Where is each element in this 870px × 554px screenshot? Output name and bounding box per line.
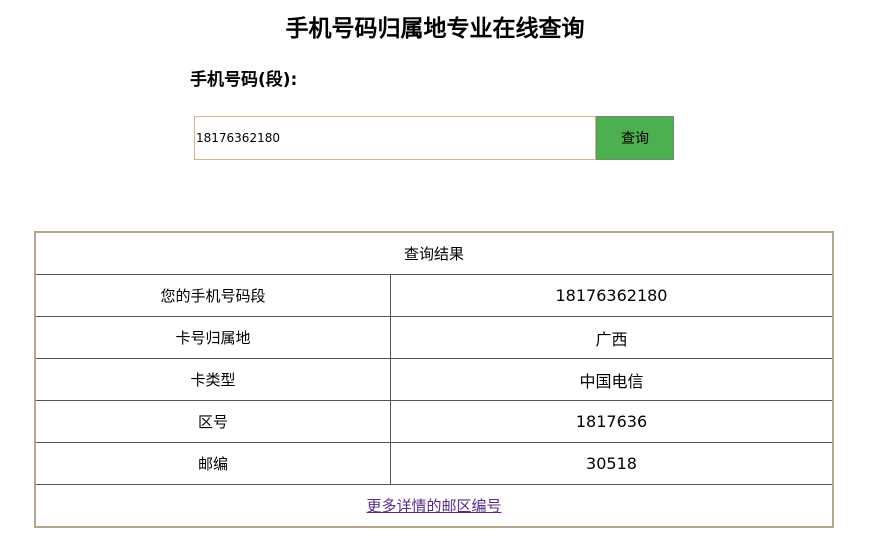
table-row: 邮编 30518 xyxy=(34,442,834,485)
row-label-area-code: 区号 xyxy=(34,400,391,443)
phone-field-label: 手机号码(段): xyxy=(190,70,298,90)
search-row: 查询 xyxy=(194,116,674,160)
row-label-card-type: 卡类型 xyxy=(34,358,391,401)
table-row: 区号 1817636 xyxy=(34,400,834,443)
table-row: 您的手机号码段 18176362180 xyxy=(34,274,834,317)
result-footer: 更多详情的邮区编号 xyxy=(34,484,834,528)
row-value-area-code: 1817636 xyxy=(390,400,834,443)
row-value-phone-segment: 18176362180 xyxy=(390,274,834,317)
result-table: 查询结果 您的手机号码段 18176362180 卡号归属地 广西 卡类型 中国… xyxy=(34,231,834,528)
row-label-postcode: 邮编 xyxy=(34,442,391,485)
row-label-phone-segment: 您的手机号码段 xyxy=(34,274,391,317)
table-row: 卡号归属地 广西 xyxy=(34,316,834,359)
result-header: 查询结果 xyxy=(34,231,834,275)
result-footer-row: 更多详情的邮区编号 xyxy=(34,484,834,528)
row-value-card-type: 中国电信 xyxy=(390,358,834,401)
query-button[interactable]: 查询 xyxy=(596,116,674,160)
phone-input[interactable] xyxy=(194,116,596,160)
row-value-postcode: 30518 xyxy=(390,442,834,485)
result-header-row: 查询结果 xyxy=(34,231,834,275)
row-value-location: 广西 xyxy=(390,316,834,359)
table-row: 卡类型 中国电信 xyxy=(34,358,834,401)
row-label-location: 卡号归属地 xyxy=(34,316,391,359)
page-title: 手机号码归属地专业在线查询 xyxy=(285,16,585,42)
postal-details-link[interactable]: 更多详情的邮区编号 xyxy=(366,497,501,515)
